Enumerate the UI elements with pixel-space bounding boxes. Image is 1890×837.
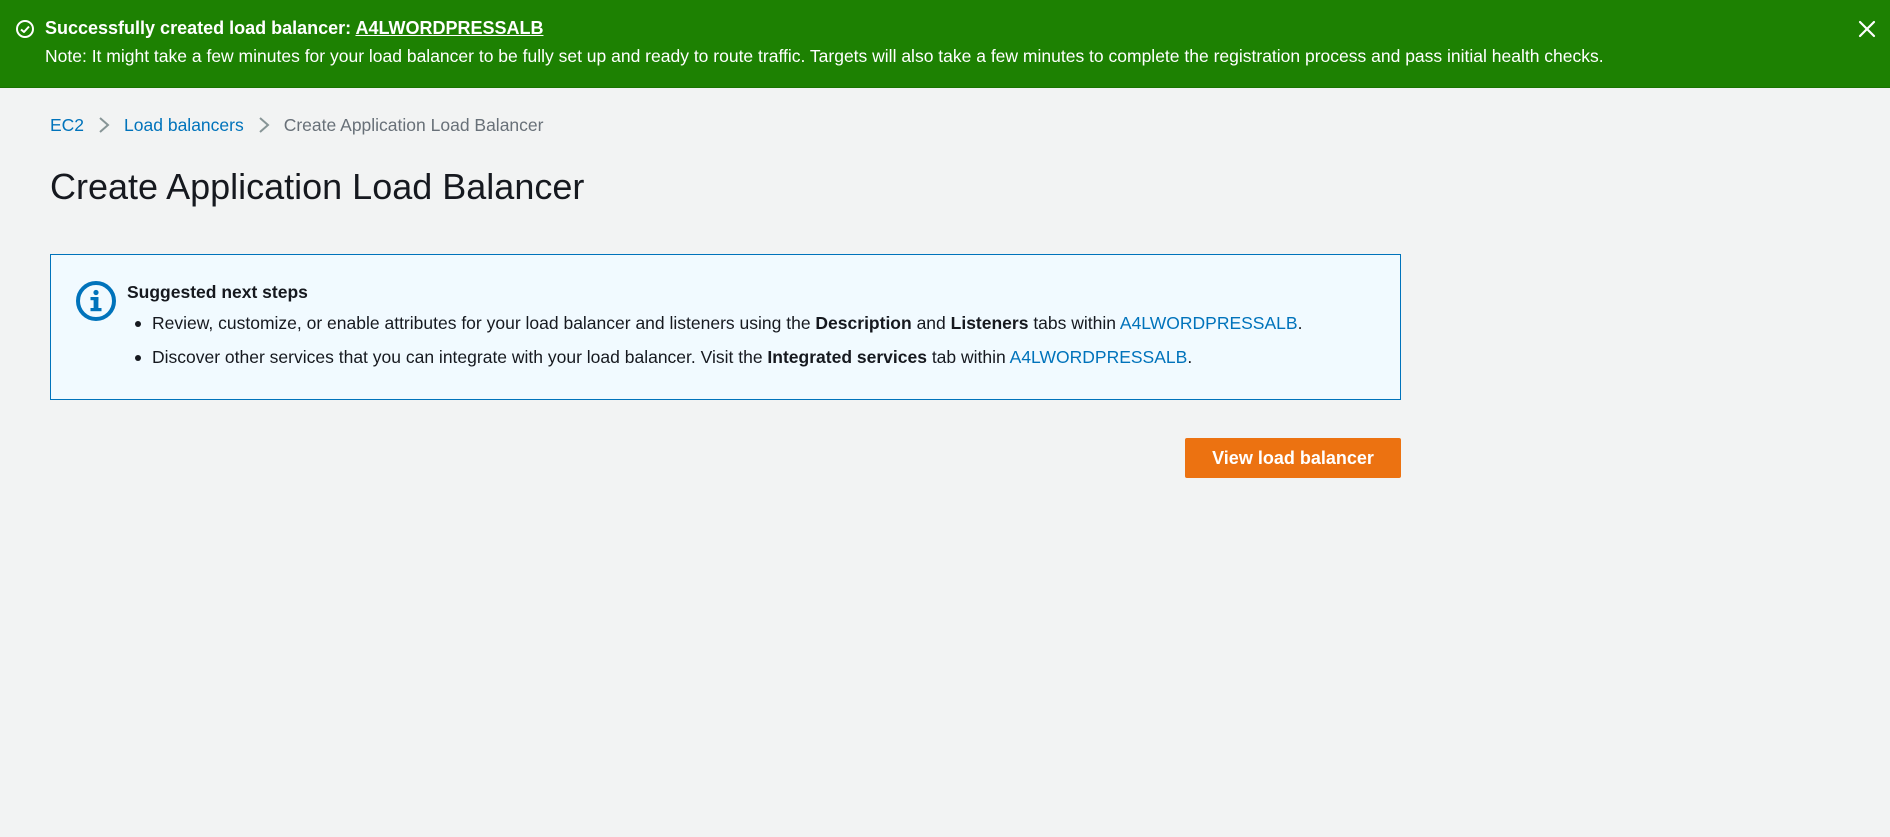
flash-note: Note: It might take a few minutes for yo… bbox=[45, 46, 1604, 66]
chevron-right-icon bbox=[84, 116, 124, 134]
next-steps-list: Review, customize, or enable attributes … bbox=[127, 312, 1302, 380]
lb-link[interactable]: A4LWORDPRESSALB bbox=[1010, 347, 1188, 367]
close-icon[interactable] bbox=[1856, 18, 1878, 40]
lb-link[interactable]: A4LWORDPRESSALB bbox=[1120, 313, 1298, 333]
page-title: Create Application Load Balancer bbox=[50, 166, 585, 207]
flash-lb-link[interactable]: A4LWORDPRESSALB bbox=[355, 18, 543, 38]
breadcrumb-load-balancers[interactable]: Load balancers bbox=[124, 115, 244, 136]
flash-title-text: Successfully created load balancer: bbox=[45, 18, 356, 38]
step-text: Review, customize, or enable attributes … bbox=[152, 313, 816, 333]
info-icon bbox=[76, 281, 116, 321]
flash-title: Successfully created load balancer: A4LW… bbox=[45, 18, 543, 38]
step-text: . bbox=[1187, 347, 1193, 367]
success-flash-banner: Successfully created load balancer: A4LW… bbox=[0, 0, 1890, 88]
step-bold-description: Description bbox=[815, 313, 912, 333]
step-bold-integrated-services: Integrated services bbox=[767, 347, 927, 367]
step-text: and bbox=[911, 313, 951, 333]
check-circle-icon bbox=[16, 20, 34, 38]
step-text: . bbox=[1297, 313, 1303, 333]
step-text: tab within bbox=[926, 347, 1010, 367]
view-load-balancer-button[interactable]: View load balancer bbox=[1185, 438, 1401, 478]
list-item: Discover other services that you can int… bbox=[127, 346, 1302, 368]
breadcrumb-current: Create Application Load Balancer bbox=[283, 114, 544, 135]
chevron-right-icon bbox=[244, 116, 284, 134]
step-bold-listeners: Listeners bbox=[950, 313, 1029, 333]
info-title: Suggested next steps bbox=[127, 282, 308, 302]
next-steps-info-box: Suggested next steps Review, customize, … bbox=[50, 254, 1401, 400]
step-text: tabs within bbox=[1028, 313, 1120, 333]
list-item: Review, customize, or enable attributes … bbox=[127, 312, 1302, 334]
step-text: Discover other services that you can int… bbox=[152, 347, 768, 367]
breadcrumb: EC2 Load balancers Create Application Lo… bbox=[50, 114, 543, 136]
breadcrumb-ec2[interactable]: EC2 bbox=[50, 115, 84, 136]
